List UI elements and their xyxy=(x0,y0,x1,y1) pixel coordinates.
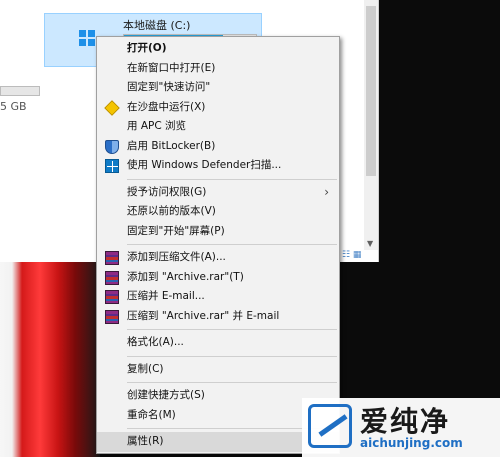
menu-item-label: 在新窗口中打开(E) xyxy=(127,61,216,74)
menu-separator xyxy=(127,382,337,383)
menu-item-label: 使用 Windows Defender扫描... xyxy=(127,159,282,171)
menu-item-label: 授予访问权限(G) xyxy=(127,185,207,198)
drive-label: 本地磁盘 (C:) xyxy=(123,19,191,32)
menu-item-label: 固定到"快速访问" xyxy=(127,81,211,93)
sandbox-icon xyxy=(104,99,120,116)
winrar-icon xyxy=(105,309,119,324)
watermark-title: 爱纯净 xyxy=(360,405,451,438)
windows-defender-icon xyxy=(105,159,119,173)
menu-item-label: 添加到 "Archive.rar"(T) xyxy=(127,270,244,283)
menu-item-label: 用 APC 浏览 xyxy=(127,120,187,132)
menu-item-label: 在沙盘中运行(X) xyxy=(127,100,206,113)
chevron-right-icon: › xyxy=(324,184,329,199)
menu-item-label: 属性(R) xyxy=(127,435,164,447)
menu-separator xyxy=(127,244,337,245)
menu-item[interactable]: 打开(O) xyxy=(97,39,339,59)
menu-separator xyxy=(127,329,337,330)
menu-item[interactable]: 还原以前的版本(V) xyxy=(97,202,339,222)
windows-drive-icon xyxy=(79,30,95,46)
winrar-icon xyxy=(105,290,119,304)
menu-item-label: 创建快捷方式(S) xyxy=(127,389,205,401)
menu-item[interactable]: 添加到压缩文件(A)... xyxy=(97,248,339,268)
menu-item[interactable]: 用 APC 浏览 xyxy=(97,117,339,137)
menu-item-label: 格式化(A)... xyxy=(127,336,184,348)
menu-item[interactable]: 使用 Windows Defender扫描... xyxy=(97,156,339,176)
menu-item-label: 复制(C) xyxy=(127,362,164,375)
winrar-icon xyxy=(105,251,119,265)
menu-item[interactable]: 压缩并 E-mail... xyxy=(97,287,339,307)
other-drive-usage-bar xyxy=(0,86,40,96)
bitlocker-shield-icon xyxy=(105,139,119,154)
scrollbar-thumb[interactable] xyxy=(366,6,376,176)
menu-item[interactable]: 格式化(A)... xyxy=(97,333,339,353)
view-mode-icons[interactable]: ☷ ▦ xyxy=(342,250,361,260)
explorer-scrollbar[interactable]: ▼ xyxy=(364,0,378,250)
menu-item[interactable]: 在沙盘中运行(X) xyxy=(97,98,339,118)
menu-item[interactable]: 压缩到 "Archive.rar" 并 E-mail xyxy=(97,307,339,327)
watermark-logo-icon xyxy=(308,404,352,448)
menu-separator xyxy=(127,355,337,357)
scroll-down-icon[interactable]: ▼ xyxy=(367,239,373,248)
menu-item[interactable]: 固定到"开始"屏幕(P) xyxy=(97,222,339,242)
menu-item[interactable]: 启用 BitLocker(B) xyxy=(97,137,339,157)
menu-item[interactable]: 复制(C) xyxy=(97,360,339,380)
menu-item[interactable]: 在新窗口中打开(E) xyxy=(97,59,339,79)
menu-item-label: 重命名(M) xyxy=(127,408,176,421)
other-drive-size: 5 GB xyxy=(0,100,27,113)
menu-item-label: 打开(O) xyxy=(127,42,167,54)
menu-item-label: 固定到"开始"屏幕(P) xyxy=(127,224,225,237)
menu-item-label: 压缩并 E-mail... xyxy=(127,290,205,302)
menu-item[interactable]: 固定到"快速访问" xyxy=(97,78,339,98)
context-menu: 打开(O) 在新窗口中打开(E) 固定到"快速访问" 在沙盘中运行(X) 用 APC 浏… xyxy=(96,36,340,454)
menu-item[interactable]: 添加到 "Archive.rar"(T) xyxy=(97,268,339,288)
watermark-url: aichunjing.com xyxy=(360,436,463,450)
menu-item-label: 压缩到 "Archive.rar" 并 E-mail xyxy=(127,309,280,322)
menu-item-label: 还原以前的版本(V) xyxy=(127,205,216,217)
menu-item-label: 启用 BitLocker(B) xyxy=(127,139,216,152)
watermark: 爱纯净 aichunjing.com xyxy=(302,398,500,457)
winrar-icon xyxy=(105,270,119,285)
menu-item[interactable]: 授予访问权限(G) › xyxy=(97,183,339,203)
desktop-wallpaper xyxy=(0,262,100,457)
menu-separator xyxy=(127,178,337,180)
menu-item-label: 添加到压缩文件(A)... xyxy=(127,251,226,263)
